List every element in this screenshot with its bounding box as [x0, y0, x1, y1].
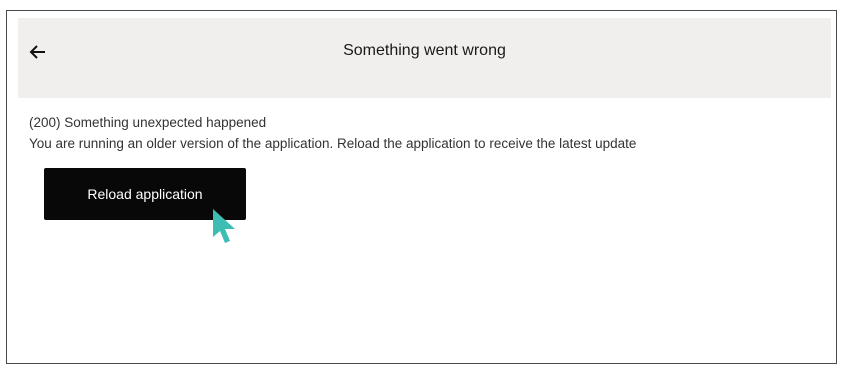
page-title: Something went wrong	[343, 42, 506, 59]
reload-application-button[interactable]: Reload application	[44, 168, 246, 220]
error-message-block: (200) Something unexpected happened You …	[29, 112, 826, 154]
header-bar: Something went wrong	[18, 18, 831, 98]
error-panel: Something went wrong (200) Something une…	[6, 10, 837, 364]
error-code-message: (200) Something unexpected happened	[29, 115, 267, 130]
error-description: You are running an older version of the …	[29, 136, 637, 151]
